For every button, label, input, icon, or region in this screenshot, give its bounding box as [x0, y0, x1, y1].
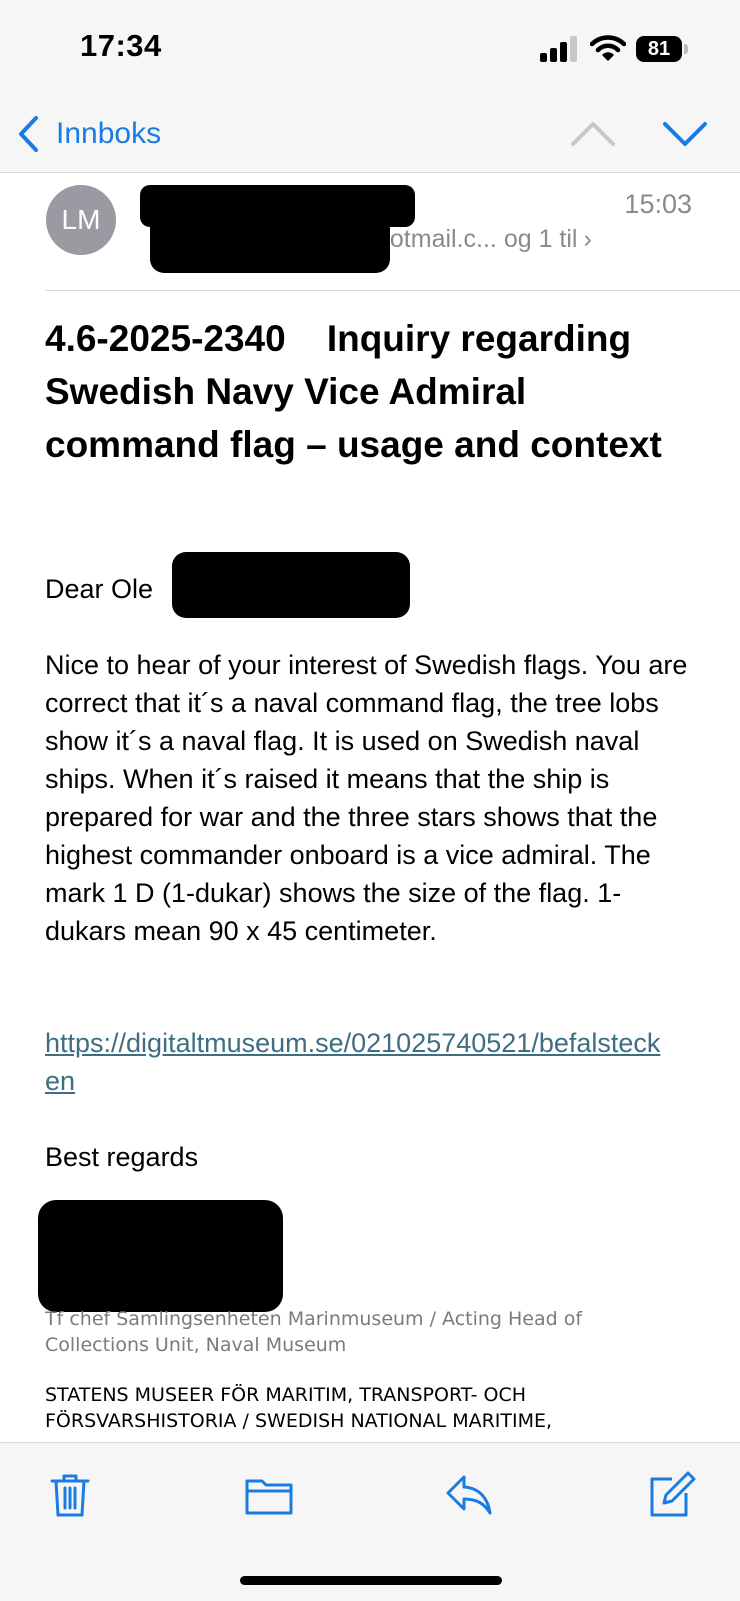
mail-navbar: Innboks	[0, 100, 740, 173]
signal-icon	[540, 36, 578, 62]
chevron-up-icon	[571, 122, 615, 146]
reply-icon	[446, 1475, 492, 1515]
header-divider	[45, 290, 740, 291]
chevron-right-icon: ›	[583, 225, 592, 253]
battery-icon: 81	[636, 36, 690, 62]
museum-link[interactable]: https://digitaltmuseum.se/021025740521/b…	[45, 1024, 665, 1100]
reply-button[interactable]	[444, 1471, 494, 1519]
move-button[interactable]	[244, 1471, 294, 1519]
message-time: 15:03	[624, 189, 692, 219]
status-time: 17:34	[80, 28, 162, 63]
recipients-text: hotmail.c... og 1 til	[376, 225, 578, 253]
previous-message-button[interactable]	[568, 112, 618, 156]
wifi-icon	[589, 34, 627, 62]
redaction-recipient-name	[172, 552, 410, 618]
signature-role: Tf chef Samlingsenheten Marinmuseum / Ac…	[45, 1308, 583, 1356]
back-label: Innboks	[56, 117, 162, 150]
compose-button[interactable]	[646, 1471, 696, 1519]
battery-level: 81	[636, 36, 682, 62]
trash-icon	[50, 1474, 90, 1517]
message-header: LM hotmail.c... og 1 til › 15:03	[0, 173, 740, 290]
redaction-signature	[38, 1200, 283, 1312]
back-button[interactable]: Innboks	[16, 108, 161, 160]
folder-icon	[245, 1479, 293, 1515]
avatar[interactable]: LM	[46, 185, 116, 255]
chevron-down-icon	[663, 122, 707, 146]
home-indicator[interactable]	[240, 1576, 502, 1585]
message-body: Nice to hear of your interest of Swedish…	[45, 650, 688, 946]
closing: Best regards	[45, 1142, 199, 1172]
signature-organization: STATENS MUSEER FÖR MARITIM, TRANSPORT- O…	[45, 1384, 553, 1432]
greeting-text: Dear Ole	[45, 574, 154, 604]
message-subject: 4.6-2025-2340 Inquiry regarding Swedish …	[45, 318, 662, 465]
redaction-recipients	[150, 211, 390, 273]
status-bar: 17:34 81	[0, 0, 740, 100]
next-message-button[interactable]	[660, 112, 710, 156]
compose-icon	[650, 1471, 696, 1517]
delete-button[interactable]	[46, 1471, 94, 1519]
chevron-left-icon	[19, 116, 38, 152]
